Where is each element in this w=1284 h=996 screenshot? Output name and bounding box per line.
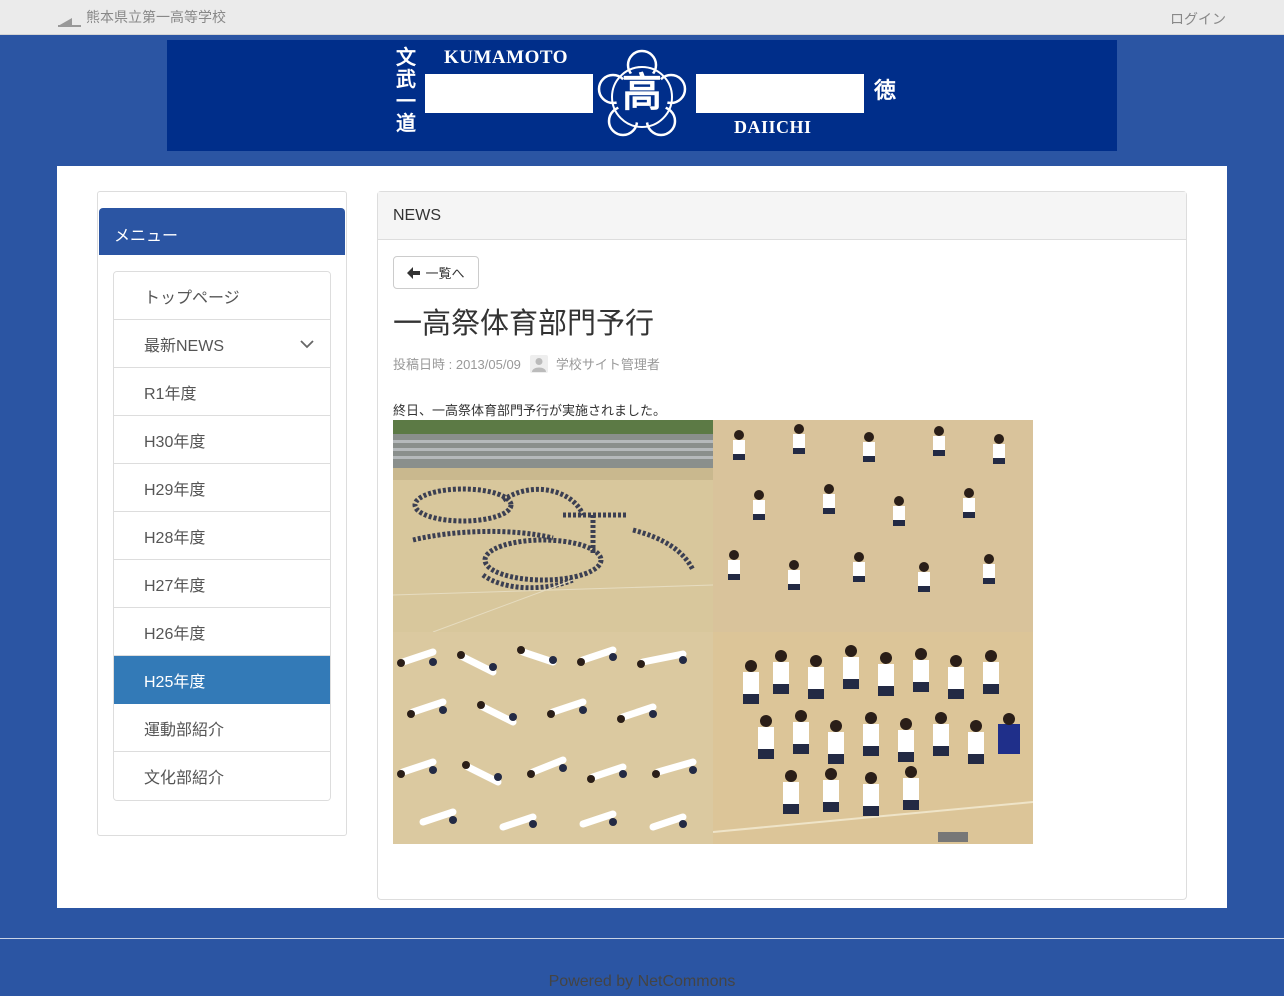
photo-students-stretching (393, 632, 713, 844)
banner-word-daiichi: DAIICHI (734, 117, 812, 137)
banner-white-block-left (425, 74, 593, 113)
header-banner[interactable]: 文武一道 KUMAMOTO 高 DAIICHI 徳 (167, 40, 1117, 151)
banner-word-kumamoto: KUMAMOTO (444, 47, 568, 68)
sidebar-item-label: 文化部紹介 (144, 770, 225, 787)
sidebar-item-top-page[interactable]: トップページ (114, 272, 330, 320)
user-avatar-icon (529, 354, 548, 373)
sidebar-item-culture-clubs[interactable]: 文化部紹介 (114, 752, 330, 800)
banner-right-character: 徳 (873, 78, 896, 104)
article-photo-collage (393, 420, 1033, 844)
netcommons-link[interactable]: NetCommons (638, 973, 736, 990)
sidebar-item-h28[interactable]: H28年度 (114, 512, 330, 560)
sidebar-item-latest-news[interactable]: 最新NEWS (114, 320, 330, 368)
sidebar-item-label: H25年度 (144, 673, 206, 691)
sidebar-menu: トップページ 最新NEWS R1年度 H30年度 H29年度 H28年度 H27… (113, 271, 331, 801)
sidebar-item-h30[interactable]: H30年度 (114, 416, 330, 464)
top-bar: 熊本県立第一高等学校 ログイン (0, 0, 1284, 35)
sidebar-item-label: H29年度 (144, 481, 206, 499)
footer-divider (0, 938, 1284, 939)
banner-motto-vertical: 文武一道 (396, 45, 416, 135)
banner-white-block-right (696, 74, 864, 113)
sidebar-item-label: 運動部紹介 (144, 721, 225, 739)
crest-character: 高 (622, 69, 662, 116)
article-meta: 投稿日時 : 2013/05/09 学校サイト管理者 (393, 354, 660, 373)
sidebar-item-label: H28年度 (144, 529, 206, 547)
sidebar-item-sports-clubs[interactable]: 運動部紹介 (114, 704, 330, 752)
news-panel-heading: NEWS (378, 192, 1186, 240)
main-container: メニュー トップページ 最新NEWS R1年度 H30年度 H29年度 H28年… (57, 166, 1227, 908)
photo-students-exercise (713, 420, 1033, 632)
banner-logo: 文武一道 KUMAMOTO 高 DAIICHI 徳 (389, 40, 909, 151)
sidebar-item-label: H27年度 (144, 577, 206, 595)
school-crest-icon: 高 (595, 47, 689, 143)
photo-seated-group (713, 632, 1033, 844)
sidebar-item-label: トップページ (144, 289, 240, 307)
site-name[interactable]: 熊本県立第一高等学校 (86, 7, 226, 27)
sidebar-item-label: H30年度 (144, 433, 206, 451)
sidebar-heading: メニュー (99, 208, 345, 255)
article-title: 一高祭体育部門予行 (393, 308, 655, 340)
sidebar-item-h27[interactable]: H27年度 (114, 560, 330, 608)
home-icon (58, 7, 82, 27)
article-body-text: 終日、一高祭体育部門予行が実施されました。 (393, 403, 667, 418)
chevron-down-icon[interactable] (299, 336, 315, 352)
sidebar-item-label: H26年度 (144, 625, 206, 643)
sidebar-item-h26[interactable]: H26年度 (114, 608, 330, 656)
sidebar-item-label: 最新NEWS (144, 337, 225, 355)
login-link[interactable]: ログイン (1170, 9, 1226, 29)
footer: Powered by NetCommons (0, 973, 1284, 991)
sidebar-item-h29[interactable]: H29年度 (114, 464, 330, 512)
footer-prefix: Powered by (548, 973, 638, 990)
sidebar-item-r1[interactable]: R1年度 (114, 368, 330, 416)
author-name[interactable]: 学校サイト管理者 (556, 354, 660, 373)
photo-field-formation (393, 420, 713, 632)
back-button-label: 一覧へ (425, 266, 465, 281)
sidebar-panel: メニュー トップページ 最新NEWS R1年度 H30年度 H29年度 H28年… (97, 191, 347, 836)
sidebar-item-label: R1年度 (144, 385, 197, 403)
posted-date: 投稿日時 : 2013/05/09 (393, 357, 521, 372)
site-home-link[interactable]: 熊本県立第一高等学校 (58, 7, 226, 27)
arrow-left-icon (407, 266, 421, 279)
back-to-list-button[interactable]: 一覧へ (393, 256, 479, 289)
news-panel: NEWS 一覧へ 一高祭体育部門予行 投稿日時 : 2013/05/09 学校サ… (377, 191, 1187, 900)
sidebar-item-h25[interactable]: H25年度 (114, 656, 330, 704)
